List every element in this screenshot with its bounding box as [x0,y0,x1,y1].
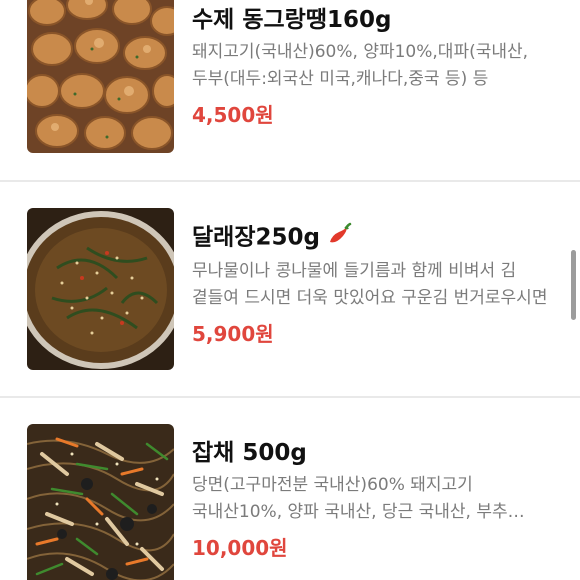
menu-item[interactable]: 잡채 500g 당면(고구마전분 국내산)60% 돼지고기 국내산10%, 양파… [0,398,580,580]
menu-item[interactable]: 달래장250g 무나물이나 콩나물에 들기름과 함께 비벼서 김 곁들여 드시면… [0,182,580,396]
dallae-sauce-photo [27,208,174,370]
scrollbar[interactable] [571,250,576,320]
menu-item-image[interactable] [27,208,174,370]
menu-item-price: 10,000원 [192,536,288,560]
menu-item[interactable]: 수제 동그랑땡160g 돼지고기(국내산)60%, 양파10%,대파(국내산, … [0,0,580,180]
menu-item-description: 돼지고기(국내산)60%, 양파10%,대파(국내산, 두부(대두:외국산 미국… [192,42,529,89]
menu-item-image[interactable] [27,424,174,580]
menu-item-name: 달래장250g [192,222,552,254]
menu-item-image[interactable] [27,0,174,153]
menu-item-price: 4,500원 [192,103,274,127]
menu-item-price: 5,900원 [192,322,274,346]
japchae-photo [27,424,174,580]
menu-item-name: 잡채 500g [192,440,307,466]
menu-item-name: 수제 동그랑땡160g [192,7,392,33]
chili-pepper-icon [326,222,352,254]
menu-item-description: 무나물이나 콩나물에 들기름과 함께 비벼서 김 곁들여 드시면 더욱 맛있어요… [192,261,548,308]
menu-item-name-text: 달래장250g [192,224,320,251]
menu-list: 수제 동그랑땡160g 돼지고기(국내산)60%, 양파10%,대파(국내산, … [0,0,580,580]
meat-patties-photo [27,0,174,153]
menu-item-description: 당면(고구마전분 국내산)60% 돼지고기 국내산10%, 양파 국내산, 당근… [192,475,508,522]
